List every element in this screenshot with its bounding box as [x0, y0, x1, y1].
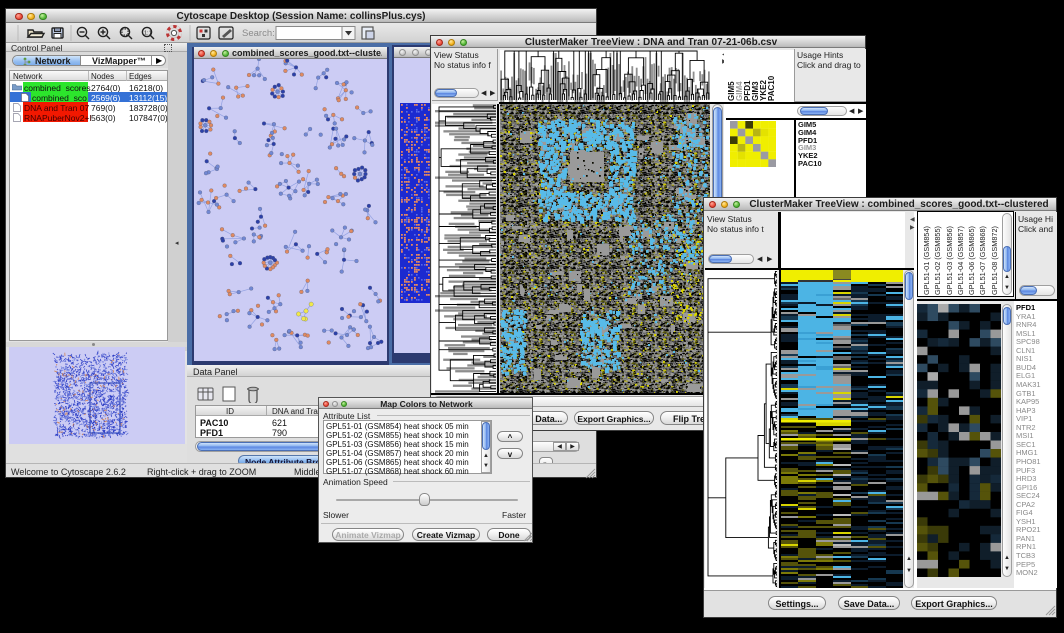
- svg-text:GPL51-06 (GSM865): GPL51-06 (GSM865): [967, 226, 976, 295]
- svg-text:GPL51-04 (GSM857): GPL51-04 (GSM857): [956, 226, 965, 295]
- svg-text:1:1: 1:1: [144, 31, 152, 37]
- svg-text:PAC10: PAC10: [767, 75, 776, 101]
- svg-text:GPL51-07 (GSM868): GPL51-07 (GSM868): [978, 226, 987, 295]
- svg-text:GPL51-03 (GSM856): GPL51-03 (GSM856): [945, 226, 954, 295]
- svg-text:Search:: Search:: [242, 28, 275, 39]
- svg-text:GPL51-08 (GSM872): GPL51-08 (GSM872): [990, 226, 999, 295]
- svg-text:GPL51-02 (GSM855): GPL51-02 (GSM855): [933, 226, 942, 295]
- svg-text:GPL51-01 (GSM854): GPL51-01 (GSM854): [922, 226, 931, 295]
